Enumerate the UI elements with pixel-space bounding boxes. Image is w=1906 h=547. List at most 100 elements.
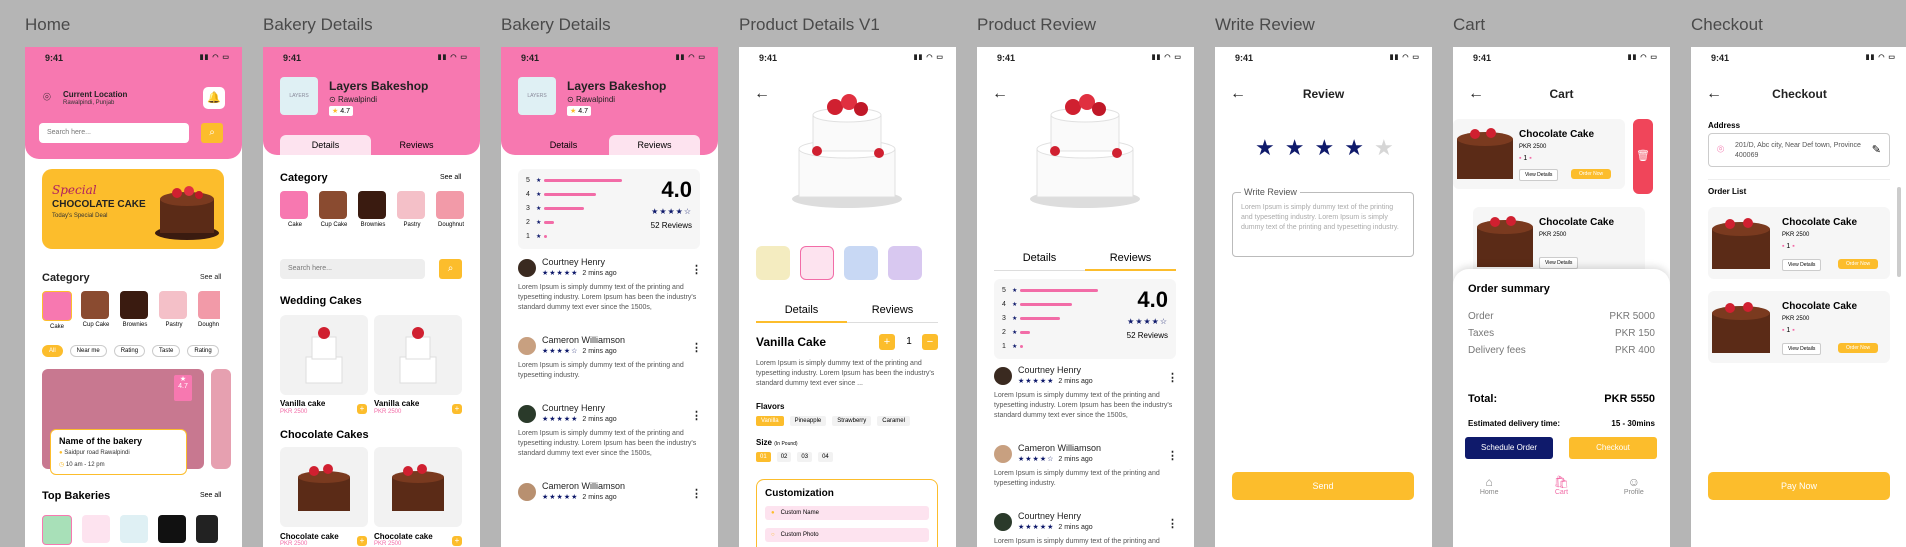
star-1-icon[interactable]: ★: [1255, 135, 1275, 161]
star-2-icon[interactable]: ★: [1285, 135, 1305, 161]
more-options-icon[interactable]: ⋮: [1167, 517, 1178, 530]
category-brownies[interactable]: Brownies: [120, 291, 150, 330]
tab-reviews[interactable]: Reviews: [371, 135, 462, 155]
size-option[interactable]: 03: [797, 452, 813, 462]
address-field[interactable]: ⌾ 201/D, Abc city, Near Def town, Provin…: [1708, 133, 1890, 167]
top-bakery-logo[interactable]: [42, 515, 72, 545]
cart-item[interactable]: Chocolate Cake PKR 2500 View Details: [1473, 207, 1645, 277]
location-value[interactable]: Rawalpindi, Punjab: [63, 100, 114, 106]
scrollbar[interactable]: [1897, 187, 1901, 277]
search-input[interactable]: Search here...: [280, 259, 425, 279]
nav-home[interactable]: ⌂ Home: [1453, 469, 1525, 509]
nav-profile[interactable]: ☺ Profile: [1598, 469, 1670, 509]
order-now-button[interactable]: Order Now: [1838, 343, 1879, 353]
search-button[interactable]: ⌕: [439, 259, 462, 279]
flavor-option[interactable]: Strawberry: [832, 416, 872, 426]
edit-icon[interactable]: ✎: [1872, 143, 1881, 156]
product-image[interactable]: [374, 447, 462, 527]
thumbnail[interactable]: [888, 246, 922, 280]
size-option-selected[interactable]: 01: [756, 452, 771, 462]
add-button[interactable]: +: [452, 536, 462, 546]
filter-rating[interactable]: Rating: [113, 345, 146, 357]
see-all-link[interactable]: See all: [440, 174, 461, 181]
search-button[interactable]: ⌕: [201, 123, 223, 143]
category-brownies[interactable]: Brownies: [358, 191, 388, 228]
pay-now-button[interactable]: Pay Now: [1708, 472, 1890, 500]
see-all-link[interactable]: See all: [200, 274, 221, 281]
bell-icon[interactable]: 🔔: [203, 87, 225, 109]
view-details-button[interactable]: View Details: [1782, 259, 1822, 271]
top-bakery-logo[interactable]: [82, 515, 110, 543]
product-image[interactable]: [280, 447, 368, 527]
cart-item[interactable]: Chocolate Cake PKR 2500 ▪ 1 ▪ View Detai…: [1453, 119, 1625, 189]
promo-banner[interactable]: Special CHOCOLATE CAKE Today's Special D…: [42, 169, 224, 249]
increment-button[interactable]: +: [879, 334, 895, 350]
add-button[interactable]: +: [452, 404, 462, 414]
custom-name-option[interactable]: ● Custom Name: [765, 506, 929, 520]
filter-rating-2[interactable]: Rating: [187, 345, 219, 357]
add-button[interactable]: +: [357, 404, 367, 414]
more-options-icon[interactable]: ⋮: [691, 487, 702, 500]
more-options-icon[interactable]: ⋮: [1167, 449, 1178, 462]
order-item[interactable]: Chocolate Cake PKR 2500 ▪ 1 ▪ View Detai…: [1708, 291, 1890, 363]
thumbnail[interactable]: [844, 246, 878, 280]
filter-all[interactable]: All: [42, 345, 63, 357]
top-bakery-logo[interactable]: [196, 515, 218, 543]
filter-taste[interactable]: Taste: [152, 345, 181, 357]
delete-icon[interactable]: 🗑: [1633, 119, 1653, 194]
view-details-button[interactable]: View Details: [1782, 343, 1822, 355]
schedule-order-button[interactable]: Schedule Order: [1465, 437, 1553, 459]
more-options-icon[interactable]: ⋮: [691, 409, 702, 422]
tab-details[interactable]: Details: [518, 135, 609, 155]
star-4-icon[interactable]: ★: [1344, 135, 1364, 161]
top-bakery-logo[interactable]: [120, 515, 148, 543]
filter-near-me[interactable]: Near me: [69, 345, 107, 357]
nav-cart[interactable]: 🛍 Cart: [1525, 469, 1597, 509]
search-input[interactable]: Search here...: [39, 123, 189, 143]
bakery-card-next[interactable]: [211, 369, 231, 469]
decrement-button[interactable]: −: [922, 334, 938, 350]
bakery-info-card[interactable]: Name of the bakery ● Saidpur road Rawalp…: [50, 429, 187, 475]
star-5-icon[interactable]: ★: [1374, 135, 1394, 161]
custom-photo-option[interactable]: ○ Custom Photo: [765, 528, 929, 542]
category-cake[interactable]: Cake: [42, 291, 72, 330]
category-doughnut[interactable]: Doughnut: [436, 191, 466, 228]
size-option[interactable]: 02: [776, 452, 792, 462]
top-bakery-logo[interactable]: [158, 515, 186, 543]
category-cupcake[interactable]: Cup Cake: [81, 291, 111, 330]
tab-details[interactable]: Details: [756, 299, 847, 323]
send-button[interactable]: Send: [1232, 472, 1414, 500]
more-options-icon[interactable]: ⋮: [691, 341, 702, 354]
category-cake[interactable]: Cake: [280, 191, 310, 228]
view-details-button[interactable]: View Details: [1519, 169, 1559, 181]
tab-details[interactable]: Details: [280, 135, 371, 155]
order-item[interactable]: Chocolate Cake PKR 2500 ▪ 1 ▪ View Detai…: [1708, 207, 1890, 279]
top-see-all[interactable]: See all: [200, 492, 221, 499]
more-options-icon[interactable]: ⋮: [691, 263, 702, 276]
tab-reviews[interactable]: Reviews: [609, 135, 700, 155]
tab-reviews[interactable]: Reviews: [847, 299, 938, 323]
checkout-button[interactable]: Checkout: [1569, 437, 1657, 459]
order-now-button[interactable]: Order Now: [1838, 259, 1879, 269]
thumbnail[interactable]: [756, 246, 790, 280]
review-textarea[interactable]: Write Review Lorem Ipsum is simply dummy…: [1232, 187, 1414, 257]
flavor-option-selected[interactable]: Vanilla: [756, 416, 784, 426]
star-3-icon[interactable]: ★: [1314, 135, 1334, 161]
category-doughnut[interactable]: Doughn: [198, 291, 220, 330]
category-pastry[interactable]: Pastry: [159, 291, 189, 330]
product-image[interactable]: [280, 315, 368, 395]
order-now-button[interactable]: Order Now: [1571, 169, 1612, 179]
back-arrow-icon[interactable]: ←: [754, 85, 770, 103]
more-options-icon[interactable]: ⋮: [1167, 371, 1178, 384]
product-image[interactable]: [374, 315, 462, 395]
category-cupcake[interactable]: Cup Cake: [319, 191, 349, 228]
size-option[interactable]: 04: [818, 452, 833, 462]
add-button[interactable]: +: [357, 536, 367, 546]
flavor-option[interactable]: Pineapple: [789, 416, 827, 426]
back-arrow-icon[interactable]: ←: [992, 85, 1008, 103]
thumbnail-selected[interactable]: [800, 246, 834, 280]
category-pastry[interactable]: Pastry: [397, 191, 427, 228]
tab-reviews[interactable]: Reviews: [1085, 247, 1176, 271]
tab-details[interactable]: Details: [994, 247, 1085, 271]
flavor-option[interactable]: Caramel: [877, 416, 910, 426]
